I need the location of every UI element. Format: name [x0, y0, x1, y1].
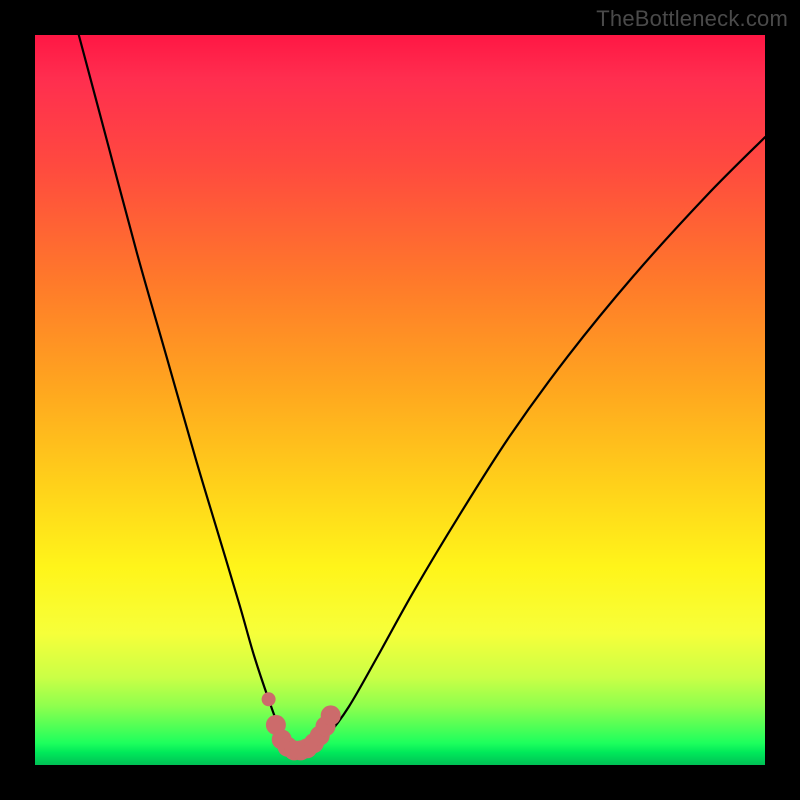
highlight-dot: [262, 692, 276, 706]
chart-svg: [35, 35, 765, 765]
highlight-dots-group: [262, 692, 341, 760]
highlight-dot: [321, 705, 341, 725]
watermark-text: TheBottleneck.com: [596, 6, 788, 32]
outer-frame: TheBottleneck.com: [0, 0, 800, 800]
bottleneck-curve-path: [79, 35, 765, 750]
plot-area: [35, 35, 765, 765]
